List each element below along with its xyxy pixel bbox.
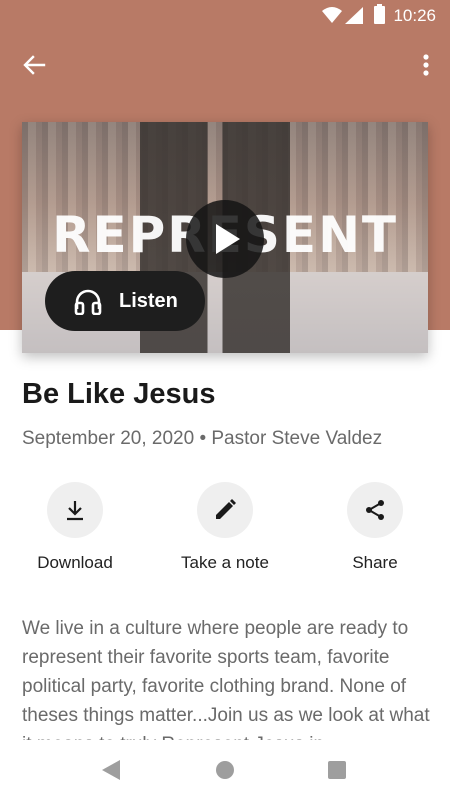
- more-vert-icon: [423, 54, 429, 76]
- share-label: Share: [352, 553, 398, 572]
- battery-icon: [374, 4, 385, 24]
- more-options-button[interactable]: [416, 50, 436, 80]
- arrow-back-icon: [23, 55, 46, 75]
- share-button[interactable]: Share: [300, 482, 450, 582]
- nav-home-icon[interactable]: [216, 761, 234, 779]
- share-circle: [347, 482, 403, 538]
- download-circle: [47, 482, 103, 538]
- sermon-title: Be Like Jesus: [22, 378, 216, 410]
- download-label: Download: [37, 553, 113, 572]
- system-navigation-bar: [0, 740, 450, 800]
- take-note-button[interactable]: Take a note: [150, 482, 300, 582]
- sermon-description: We live in a culture where people are re…: [22, 618, 430, 740]
- download-button[interactable]: Download: [0, 482, 150, 582]
- take-note-label: Take a note: [181, 553, 269, 572]
- signal-icon: [345, 7, 363, 24]
- status-bar: 10:26: [0, 0, 450, 32]
- sermon-meta: September 20, 2020 • Pastor Steve Valdez: [22, 428, 383, 449]
- headphones-icon: [74, 289, 102, 315]
- take-note-circle: [197, 482, 253, 538]
- listen-button[interactable]: Listen: [45, 271, 205, 331]
- listen-label: Listen: [119, 290, 178, 312]
- nav-recents-icon[interactable]: [328, 761, 346, 779]
- status-time: 10:26: [393, 6, 436, 25]
- download-icon: [67, 501, 83, 521]
- pencil-icon: [216, 499, 236, 519]
- wifi-icon: [322, 7, 342, 23]
- back-button[interactable]: [18, 50, 52, 80]
- play-icon: [216, 224, 240, 254]
- nav-back-icon[interactable]: [102, 760, 120, 780]
- share-icon: [366, 500, 384, 520]
- play-button[interactable]: [186, 200, 264, 278]
